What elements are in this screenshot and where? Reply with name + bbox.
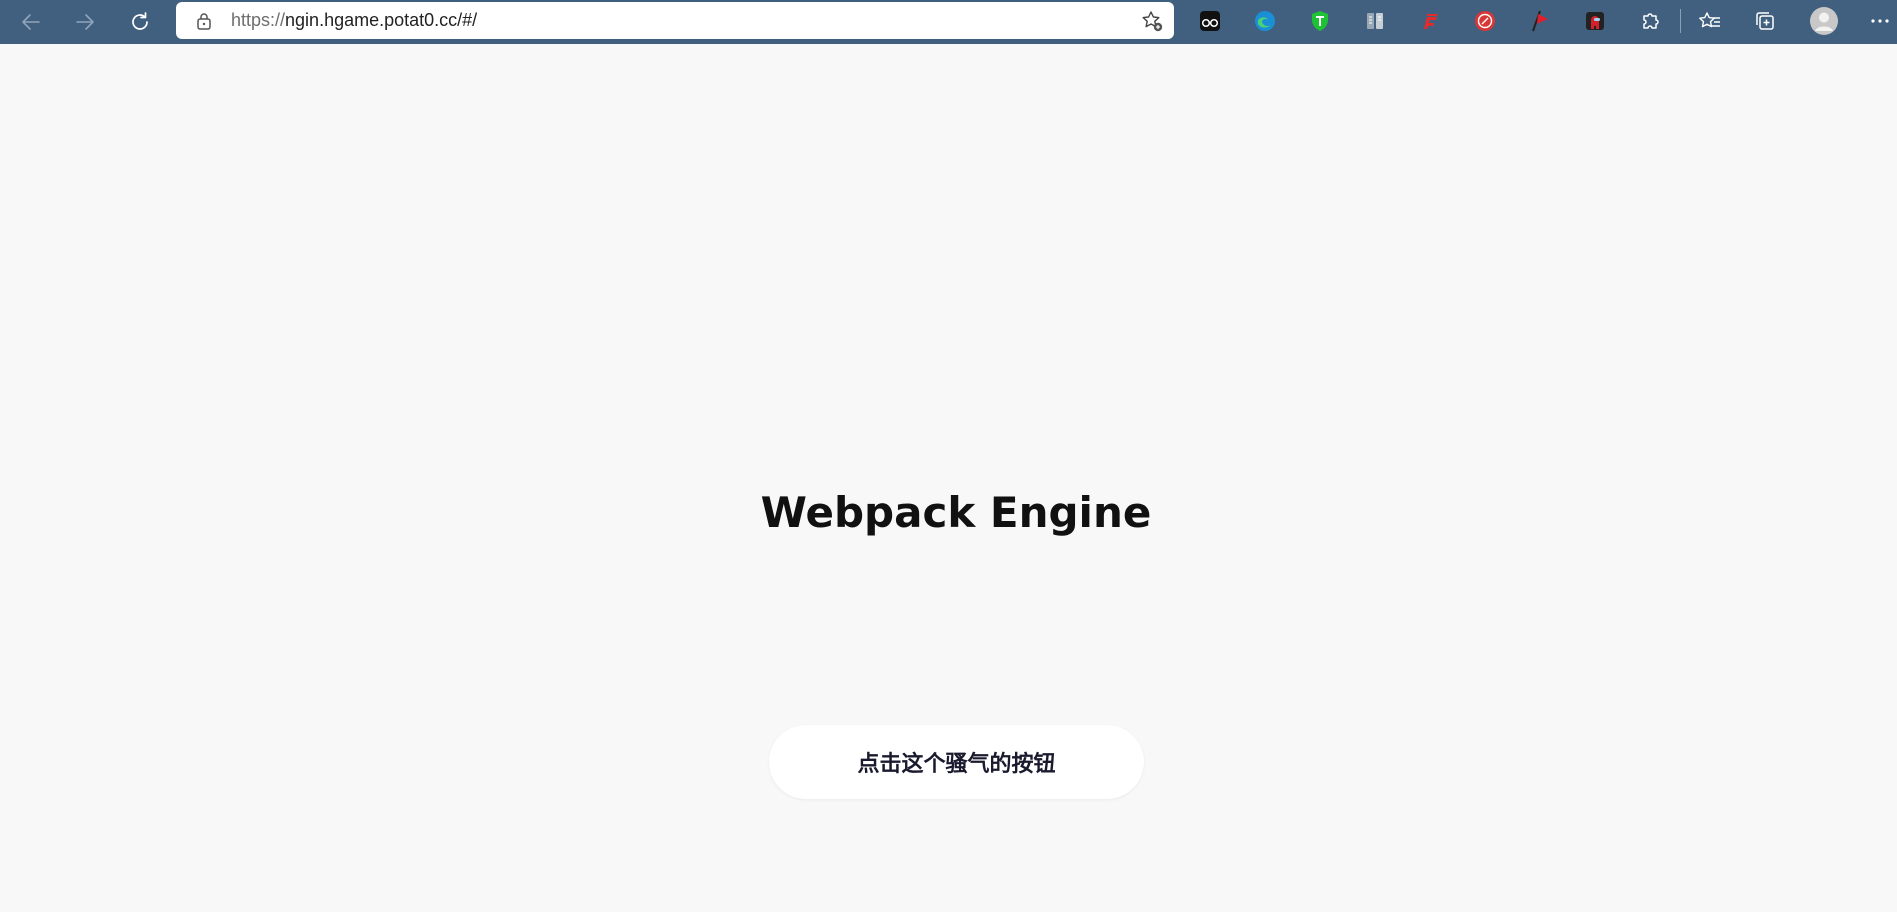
toolbar-separator (1680, 9, 1681, 33)
add-favorite-icon[interactable] (1140, 9, 1164, 33)
favorites-icon[interactable] (1697, 8, 1723, 34)
shield-extension-icon[interactable] (1307, 8, 1333, 34)
amongus-extension-icon[interactable] (1582, 8, 1608, 34)
profile-avatar-icon[interactable] (1809, 6, 1839, 36)
red-circle-extension-icon[interactable] (1472, 8, 1498, 34)
address-bar[interactable]: https://ngin.hgame.potat0.cc/#/ (176, 2, 1174, 39)
url-host: ngin.hgame.potat0.cc/#/ (285, 10, 478, 30)
back-arrow-icon[interactable] (11, 2, 51, 42)
url-protocol: https:// (231, 10, 286, 30)
puzzle-extensions-icon[interactable] (1637, 8, 1663, 34)
reader-extension-icon[interactable] (1362, 8, 1388, 34)
refresh-icon[interactable] (120, 2, 160, 42)
flash-extension-icon[interactable] (1417, 8, 1443, 34)
browser-toolbar: https://ngin.hgame.potat0.cc/#/ (0, 0, 1897, 44)
url-text[interactable]: https://ngin.hgame.potat0.cc/#/ (231, 10, 477, 31)
cta-button[interactable]: 点击这个骚气的按钮 (769, 725, 1144, 799)
forward-arrow-icon[interactable] (65, 2, 105, 42)
more-menu-icon[interactable] (1867, 8, 1893, 34)
sunglasses-extension-icon[interactable] (1197, 8, 1223, 34)
lock-icon[interactable] (194, 11, 214, 31)
edge-logo-extension-icon[interactable] (1252, 8, 1278, 34)
page-title: Webpack Engine (760, 488, 1152, 537)
red-flag-extension-icon[interactable] (1527, 8, 1553, 34)
collections-icon[interactable] (1752, 8, 1778, 34)
